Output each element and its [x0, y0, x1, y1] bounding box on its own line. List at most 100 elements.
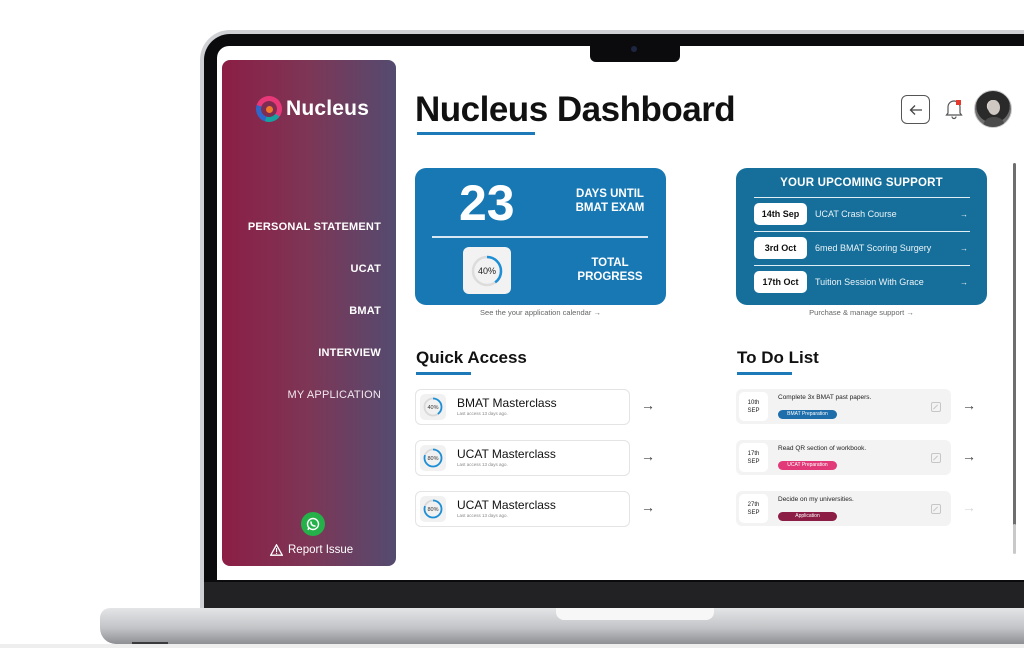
card-divider [432, 236, 648, 238]
days-count: 23 [459, 175, 515, 231]
todo-date: 27th SEP [739, 494, 768, 523]
course-progress-ring: 80% [420, 445, 446, 471]
arrow-right-icon: → [960, 277, 968, 287]
scrollbar[interactable] [1013, 163, 1016, 553]
arrow-right-icon[interactable]: → [641, 499, 655, 515]
course-progress-ring: 40% [420, 394, 446, 420]
todo-text: Complete 3x BMAT past papers. [778, 394, 872, 401]
arrow-right-icon[interactable]: → [641, 448, 655, 464]
support-divider [754, 265, 970, 266]
exam-countdown-card: 23 DAYS UNTIL BMAT EXAM 40% TOTAL PROGRE… [415, 168, 666, 305]
sidebar: Nucleus PERSONAL STATEMENT UCAT BMAT INT… [222, 60, 396, 566]
todo-tag: Application [778, 512, 837, 521]
report-issue-label: Report Issue [288, 544, 354, 556]
todo-date: 17th SEP [739, 443, 768, 472]
todo-tag: UCAT Preparation [778, 461, 837, 470]
todo-day: 27th [747, 501, 760, 508]
whatsapp-button[interactable] [301, 512, 325, 536]
last-access: Last access 13 days ago. [457, 411, 508, 416]
laptop-chin [204, 582, 1024, 608]
floor-shadow [0, 644, 1024, 648]
session-date: 3rd Oct [754, 237, 807, 259]
session-date: 17th Oct [754, 271, 807, 293]
arrow-right-icon[interactable]: → [641, 397, 655, 413]
last-access: Last access 13 days ago. [457, 513, 508, 518]
todo-item: 10th SEP Complete 3x BMAT past papers. B… [736, 389, 951, 424]
arrow-right-icon[interactable]: → [962, 499, 976, 515]
title-underline [417, 132, 535, 135]
arrow-right-icon[interactable]: → [962, 448, 976, 464]
scrollbar-track [1013, 524, 1016, 554]
session-name: UCAT Crash Course [815, 209, 897, 219]
upcoming-support-card: YOUR UPCOMING SUPPORT 14th Sep UCAT Cras… [736, 168, 987, 305]
todo-item: 17th SEP Read QR section of workbook. UC… [736, 440, 951, 475]
arrow-left-icon [909, 104, 922, 115]
todo-month: SEP [747, 407, 760, 414]
section-underline [416, 372, 471, 375]
calendar-link[interactable]: See the your application calendar → [415, 308, 666, 317]
todo-tag: BMAT Preparation [778, 410, 837, 419]
camera-icon [631, 46, 637, 52]
user-avatar[interactable] [974, 90, 1012, 128]
session-date: 14th Sep [754, 203, 807, 225]
todo-day: 10th [747, 399, 760, 406]
session-name: Tuition Session With Grace [815, 277, 924, 287]
support-divider [754, 197, 970, 198]
total-progress-label: TOTAL PROGRESS [577, 257, 643, 283]
quick-access-title: Quick Access [416, 348, 527, 367]
notifications-button[interactable] [944, 98, 964, 120]
todo-text: Decide on my universities. [778, 496, 854, 503]
todo-item: 27th SEP Decide on my universities. Appl… [736, 491, 951, 526]
screen: Nucleus PERSONAL STATEMENT UCAT BMAT INT… [217, 46, 1024, 580]
support-title: YOUR UPCOMING SUPPORT [780, 177, 943, 189]
todo-month: SEP [747, 458, 760, 465]
quick-access-item[interactable]: 80% UCAT Masterclass Last access 13 days… [415, 491, 630, 527]
sidebar-item-ucat[interactable]: UCAT [350, 262, 381, 276]
back-button[interactable] [901, 95, 930, 124]
support-session[interactable]: 3rd Oct 6med BMAT Scoring Surgery → [754, 237, 970, 259]
last-access: Last access 13 days ago. [457, 462, 508, 467]
total-progress-ring: 40% [463, 247, 511, 294]
todo-text: Read QR section of workbook. [778, 445, 867, 452]
edit-icon[interactable] [931, 401, 941, 412]
arrow-right-icon: → [960, 209, 968, 219]
quick-access-item[interactable]: 80% UCAT Masterclass Last access 13 days… [415, 440, 630, 476]
sidebar-item-interview[interactable]: INTERVIEW [318, 346, 381, 360]
progress-text: 80% [427, 456, 438, 462]
quick-access-item[interactable]: 40% BMAT Masterclass Last access 13 days… [415, 389, 630, 425]
course-progress-ring: 80% [420, 496, 446, 522]
sidebar-item-bmat[interactable]: BMAT [349, 304, 381, 318]
course-name: UCAT Masterclass [457, 447, 556, 461]
support-session[interactable]: 17th Oct Tuition Session With Grace → [754, 271, 970, 293]
sidebar-item-personal-statement[interactable]: PERSONAL STATEMENT [248, 220, 381, 234]
whatsapp-icon [306, 517, 320, 531]
warning-icon [270, 544, 283, 556]
logo-text: Nucleus [286, 97, 370, 120]
todo-date: 10th SEP [739, 392, 768, 421]
bell-icon [945, 100, 963, 120]
manage-support-link[interactable]: Purchase & manage support → [736, 308, 987, 317]
todo-title: To Do List [737, 348, 819, 367]
course-name: UCAT Masterclass [457, 498, 556, 512]
support-divider [754, 231, 970, 232]
nucleus-logo-icon [256, 96, 282, 122]
laptop-mockup: Nucleus PERSONAL STATEMENT UCAT BMAT INT… [0, 0, 1024, 648]
support-session[interactable]: 14th Sep UCAT Crash Course → [754, 203, 970, 225]
arrow-right-icon[interactable]: → [962, 397, 976, 413]
report-issue-link[interactable]: Report Issue [270, 544, 353, 556]
edit-icon[interactable] [931, 452, 941, 463]
todo-day: 17th [747, 450, 760, 457]
course-name: BMAT Masterclass [457, 396, 557, 410]
page-title: Nucleus Dashboard [415, 90, 736, 129]
todo-month: SEP [747, 509, 760, 516]
laptop-groove [556, 608, 714, 620]
sidebar-item-my-application[interactable]: MY APPLICATION [288, 388, 381, 402]
section-underline [737, 372, 792, 375]
edit-icon[interactable] [931, 503, 941, 514]
progress-text: 40% [427, 405, 438, 411]
camera-notch [590, 40, 680, 62]
logo[interactable]: Nucleus [256, 96, 369, 122]
session-name: 6med BMAT Scoring Surgery [815, 243, 932, 253]
progress-ring: 40% [471, 255, 503, 286]
progress-text: 40% [478, 266, 496, 276]
